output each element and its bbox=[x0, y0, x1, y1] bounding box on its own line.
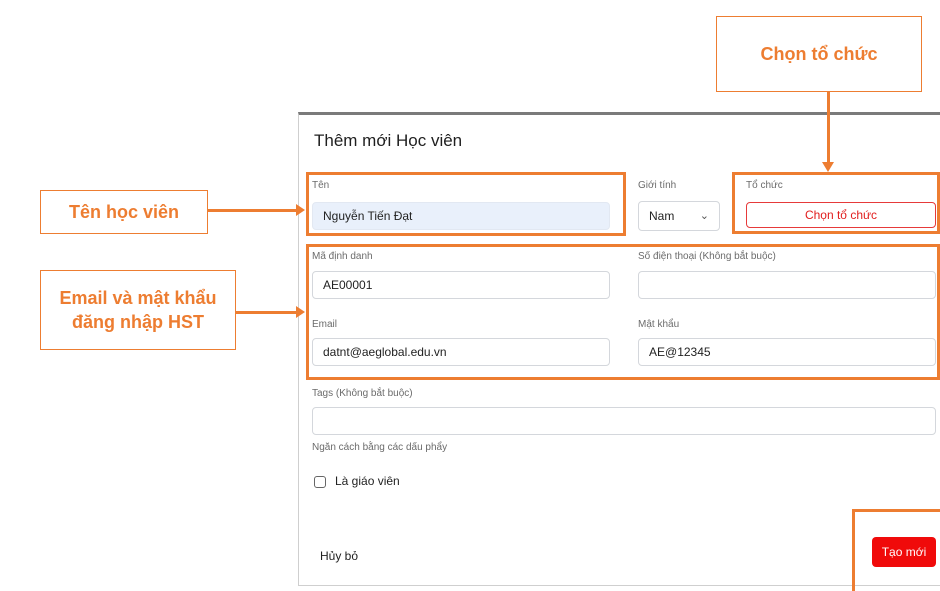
create-highlight-top bbox=[852, 509, 940, 512]
login-connector bbox=[236, 311, 298, 314]
organization-arrowhead bbox=[822, 162, 834, 172]
create-button[interactable]: Tạo mới bbox=[872, 537, 936, 567]
is-teacher-checkbox[interactable] bbox=[314, 476, 326, 488]
name-highlight-box bbox=[306, 172, 626, 236]
tags-hint: Ngăn cách bằng các dấu phẩy bbox=[312, 442, 448, 453]
login-callout: Email và mật khẩu đăng nhập HST bbox=[40, 270, 236, 350]
login-arrowhead bbox=[296, 306, 305, 318]
gender-label: Giới tính bbox=[638, 180, 677, 191]
name-callout: Tên học viên bbox=[40, 190, 208, 234]
name-arrowhead bbox=[296, 204, 305, 216]
gender-select[interactable]: Nam ⌄ bbox=[638, 201, 720, 231]
organization-callout-text: Chọn tổ chức bbox=[760, 43, 878, 64]
cancel-button[interactable]: Hủy bỏ bbox=[320, 549, 358, 563]
dialog-title: Thêm mới Học viên bbox=[314, 131, 463, 150]
create-highlight-left bbox=[852, 509, 855, 591]
organization-connector bbox=[827, 92, 830, 164]
tags-label: Tags (Không bắt buộc) bbox=[312, 388, 413, 399]
gender-value: Nam bbox=[649, 209, 675, 223]
name-connector bbox=[208, 209, 298, 212]
is-teacher-label: Là giáo viên bbox=[335, 474, 400, 488]
chevron-down-icon: ⌄ bbox=[699, 210, 709, 222]
organization-callout: Chọn tổ chức bbox=[716, 16, 922, 92]
organization-highlight-box bbox=[732, 172, 940, 234]
name-callout-text: Tên học viên bbox=[68, 201, 180, 222]
tags-input[interactable] bbox=[312, 407, 936, 435]
login-callout-line1: Email và mật khẩu bbox=[59, 287, 217, 308]
login-highlight-box bbox=[306, 244, 940, 380]
login-callout-line2: đăng nhập HST bbox=[72, 312, 204, 332]
